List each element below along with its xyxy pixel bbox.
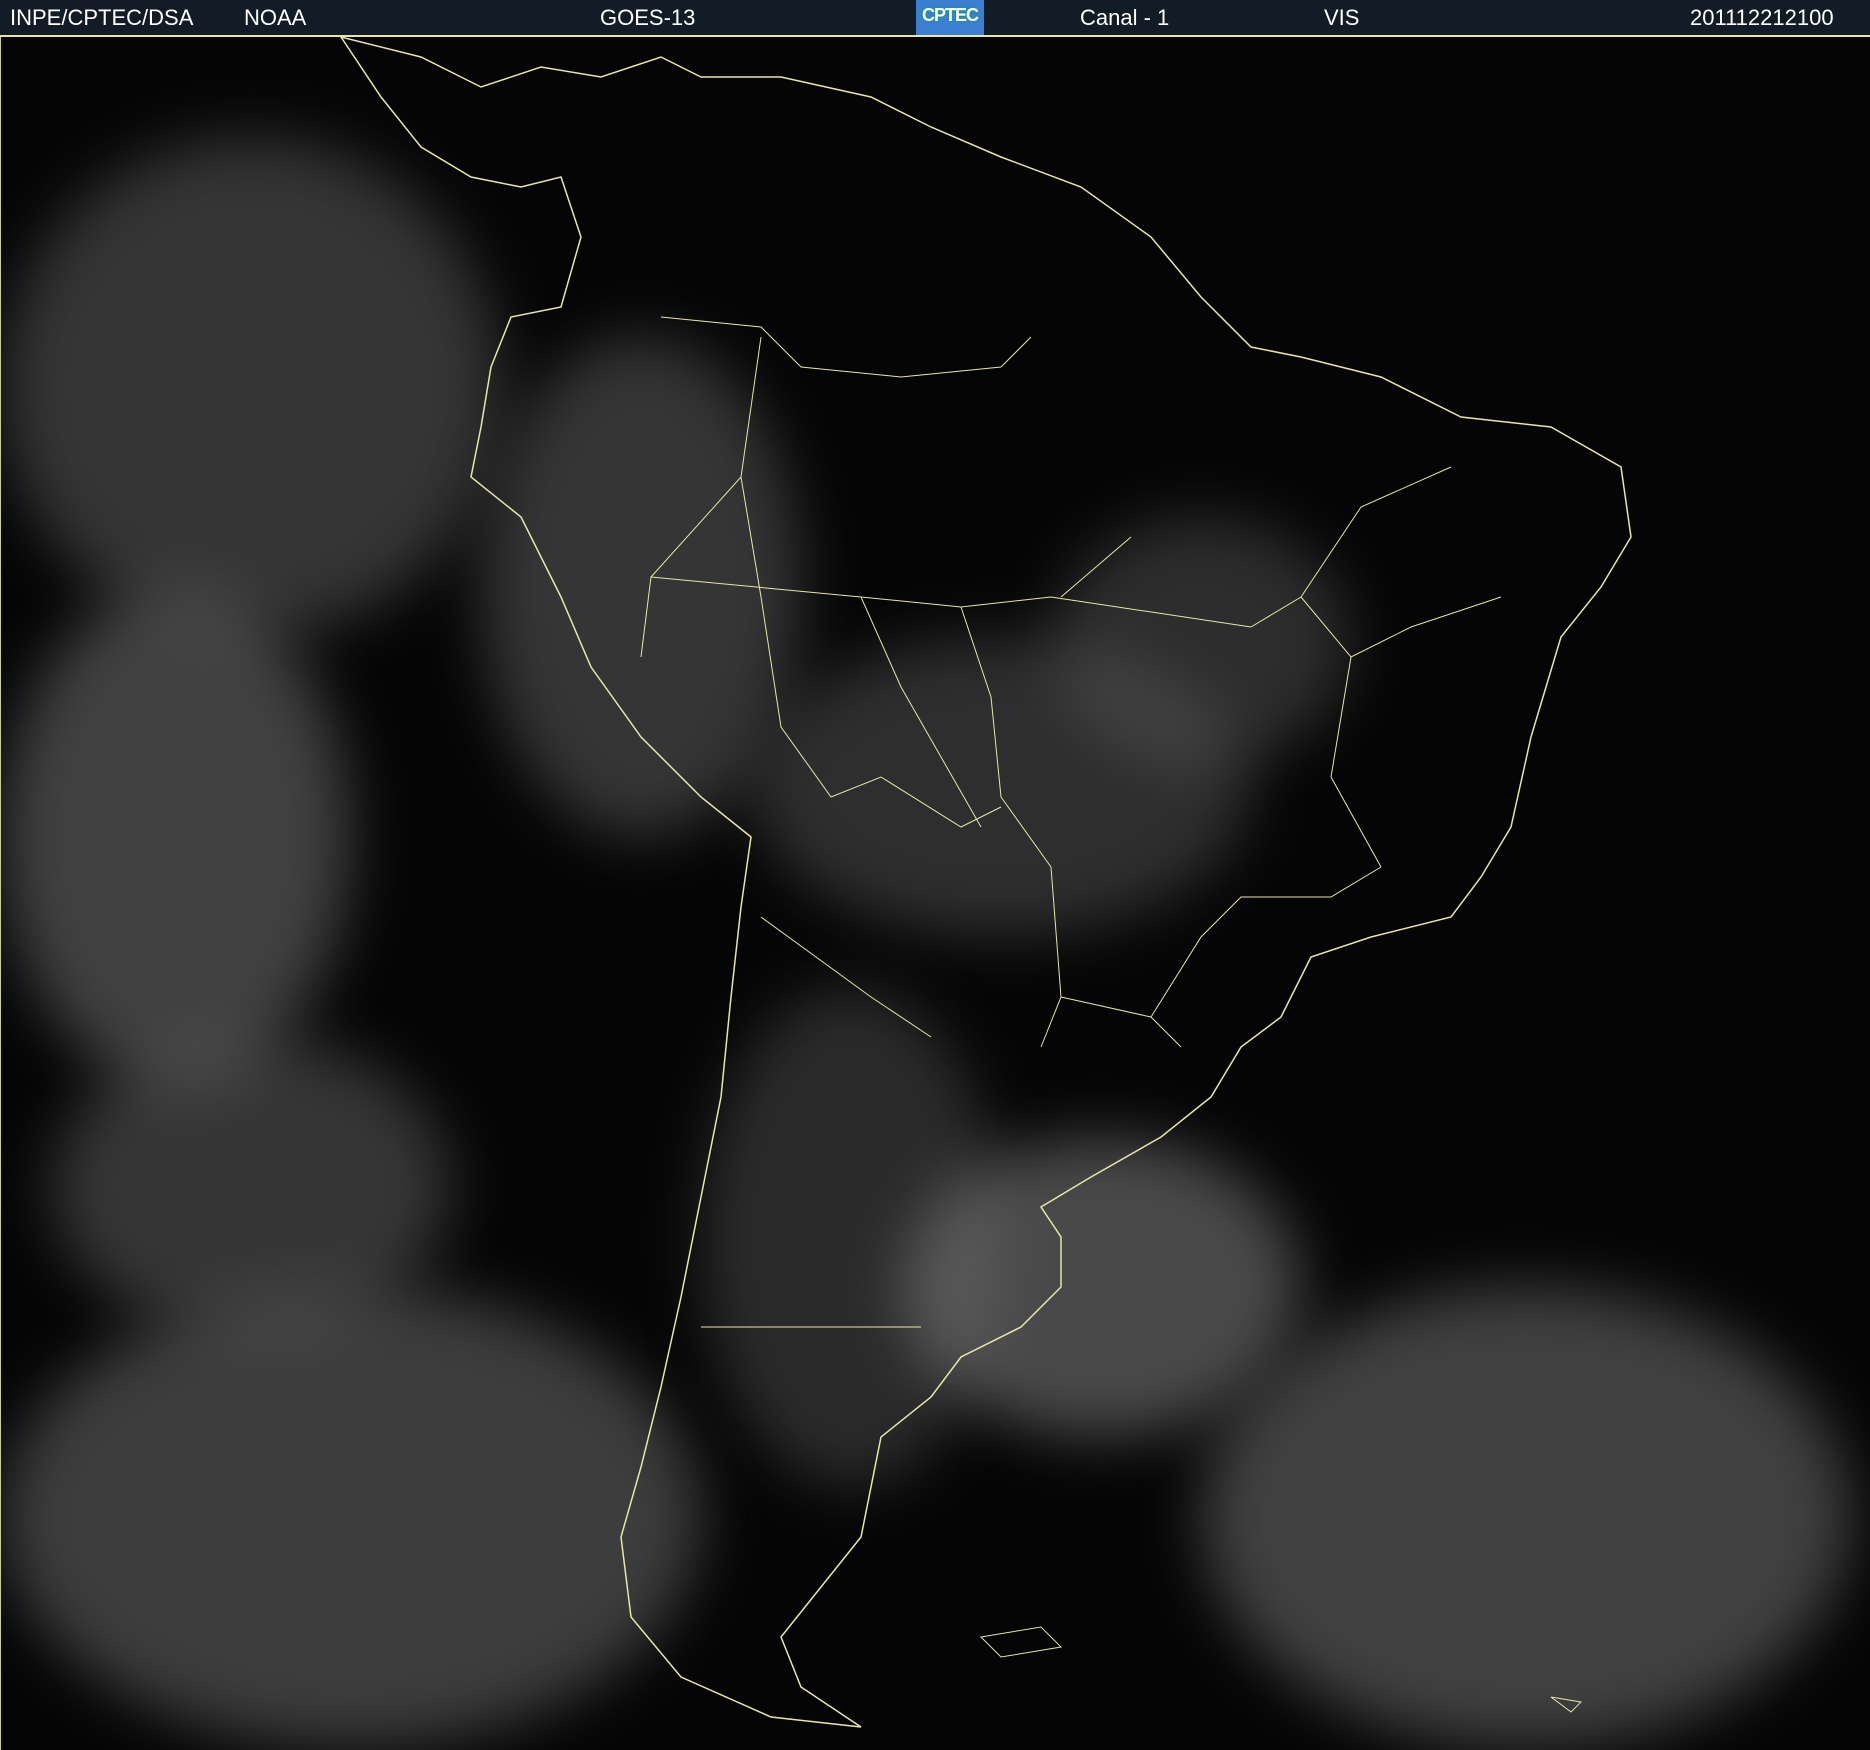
org-label: INPE/CPTEC/DSA	[10, 5, 194, 30]
cptec-logo: CPTEC	[916, 0, 984, 35]
channel-label: Canal - 1	[1080, 5, 1170, 30]
coastline-map	[340, 37, 1632, 1728]
datetime-label: 201112212100	[1690, 5, 1834, 30]
band-label: VIS	[1324, 5, 1360, 30]
header-bar: INPE/CPTEC/DSA NOAA GOES-13 CPTEC Canal …	[0, 0, 1870, 37]
satellite-image	[0, 37, 1870, 1750]
logo-text: CPTEC	[921, 5, 979, 25]
satellite-label: GOES-13	[600, 5, 696, 30]
agency-label: NOAA	[244, 5, 307, 30]
south-america-outline	[340, 37, 1632, 1728]
